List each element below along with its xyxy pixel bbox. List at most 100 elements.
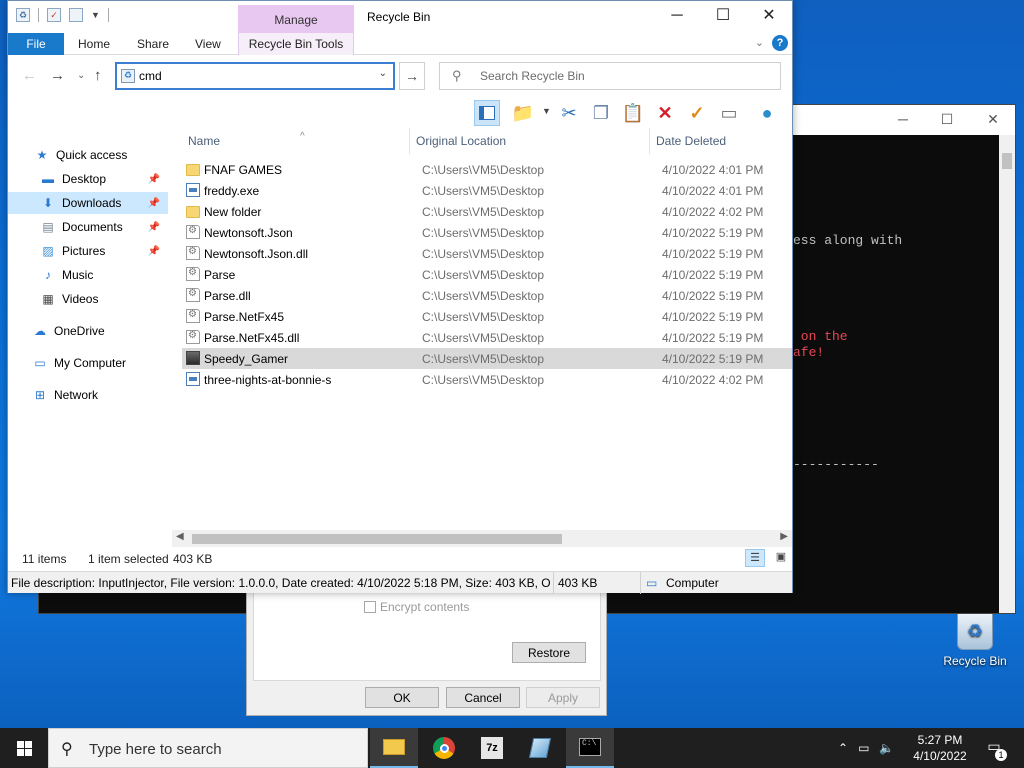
scroll-left-icon[interactable]: ◀ [176, 531, 184, 542]
cmd-taskbar-icon[interactable]: C:\ [566, 728, 614, 768]
file-row[interactable]: Parse.NetFx45 C:\Users\VM5\Desktop 4/10/20… [182, 306, 792, 327]
tab-share[interactable]: Share [127, 33, 179, 55]
app-taskbar-icon[interactable] [516, 728, 564, 768]
close-icon[interactable]: ✕ [746, 5, 792, 29]
chrome-taskbar-icon[interactable] [420, 728, 468, 768]
console-scroll-thumb[interactable] [1002, 153, 1012, 169]
address-dropdown-icon[interactable]: ⌄ [379, 68, 387, 79]
large-icons-view-icon[interactable]: ▣ [771, 549, 791, 567]
scroll-right-icon[interactable]: ▶ [780, 531, 788, 542]
desktop-recycle-bin[interactable]: ♻ Recycle Bin [940, 612, 1010, 668]
chevron-up-icon[interactable]: ⌃ [838, 741, 848, 755]
column-header-date[interactable]: Date Deleted [650, 128, 792, 154]
encrypt-checkbox[interactable]: Encrypt contents [364, 600, 469, 614]
folder-options-dropdown-icon[interactable]: ▼ [542, 106, 551, 116]
tab-view[interactable]: View [185, 33, 231, 55]
pin-icon[interactable]: 📌 [148, 222, 160, 233]
file-row[interactable]: FNAF GAMES C:\Users\VM5\Desktop 4/10/2022 … [182, 159, 792, 180]
clock[interactable]: 5:27 PM 4/10/2022 [905, 732, 975, 764]
folder-options-icon[interactable]: 📁 [510, 100, 536, 126]
file-row[interactable]: Newtonsoft.Json C:\Users\VM5\Desktop 4/10/… [182, 222, 792, 243]
file-row[interactable]: Speedy_Gamer C:\Users\VM5\Desktop 4/10/202… [182, 348, 792, 369]
nav-item-videos[interactable]: ▦ Videos [8, 288, 168, 310]
nav-item-my-computer[interactable]: ▭ My Computer [8, 352, 168, 374]
minimize-icon[interactable]: ─ [654, 5, 700, 29]
recent-dropdown-icon[interactable]: ⌄ [77, 70, 85, 81]
network-tray-icon[interactable]: ▭ [858, 741, 869, 755]
delete-icon[interactable]: ✕ [652, 100, 678, 126]
forward-icon[interactable]: → [50, 67, 65, 84]
restore-check-icon[interactable]: ✓ [684, 100, 710, 126]
manage-tab[interactable]: Manage [238, 5, 354, 33]
cancel-button[interactable]: Cancel [446, 687, 520, 708]
view-switcher: ☰ ▣ [745, 549, 791, 567]
new-folder-icon[interactable] [69, 8, 83, 22]
file-row[interactable]: New folder C:\Users\VM5\Desktop 4/10/2022 … [182, 201, 792, 222]
maximize-icon[interactable]: ☐ [700, 5, 746, 29]
pin-icon[interactable]: 📌 [148, 198, 160, 209]
console-line: ess along with [793, 233, 903, 248]
file-row[interactable]: freddy.exe C:\Users\VM5\Desktop 4/10/2022 … [182, 180, 792, 201]
search-box[interactable]: ⚲ [439, 62, 781, 90]
minimize-icon[interactable]: ─ [893, 111, 913, 127]
tab-file[interactable]: File [8, 33, 64, 55]
item-count: 11 items [22, 552, 67, 566]
pin-icon[interactable]: 📌 [148, 174, 160, 185]
ok-button[interactable]: OK [365, 687, 439, 708]
paste-icon[interactable]: 📋 [620, 100, 646, 126]
horizontal-scrollbar[interactable]: ◀ ▶ [172, 530, 792, 547]
file-row[interactable]: three-nights-at-bonnie-s C:\Users\VM5\Des… [182, 369, 792, 390]
search-input[interactable] [480, 68, 770, 84]
qat-dropdown-icon[interactable]: ▼ [91, 10, 100, 20]
cut-icon[interactable]: ✂ [556, 100, 582, 126]
nav-item-network[interactable]: ⊞ Network [8, 384, 168, 406]
maximize-icon[interactable]: ☐ [937, 111, 957, 128]
file-date: 4/10/2022 5:19 PM [662, 226, 764, 240]
checkbox-box[interactable] [364, 601, 376, 613]
7zip-taskbar-icon[interactable]: 7z [468, 728, 516, 768]
nav-item-onedrive[interactable]: ☁ OneDrive [8, 320, 168, 342]
notification-icon[interactable]: ▭ 1 [984, 738, 1007, 761]
help-icon[interactable]: ? [772, 35, 788, 51]
file-location: C:\Users\VM5\Desktop [422, 184, 545, 198]
tab-recycle-bin-tools[interactable]: Recycle Bin Tools [238, 33, 354, 55]
file-name: Parse.NetFx45.dll [204, 331, 300, 345]
back-icon[interactable]: ← [22, 67, 37, 84]
address-bar[interactable]: ♻ ⌄ [115, 62, 395, 90]
console-scrollbar[interactable] [999, 135, 1015, 613]
nav-item-documents[interactable]: ▤ Documents 📌 [8, 216, 168, 238]
column-header-location[interactable]: Original Location [410, 128, 650, 154]
file-explorer-taskbar-icon[interactable] [370, 728, 418, 768]
restore-button[interactable]: Restore [512, 642, 586, 663]
nav-item-downloads[interactable]: ⬇ Downloads 📌 [8, 192, 168, 214]
nav-item-desktop[interactable]: ▬ Desktop 📌 [8, 168, 168, 190]
properties-icon[interactable]: ✓ [47, 8, 61, 22]
nav-item-music[interactable]: ♪ Music [8, 264, 168, 286]
address-input[interactable] [139, 67, 369, 85]
close-icon[interactable]: ✕ [983, 111, 1003, 128]
volume-icon[interactable]: 🔈 [879, 741, 894, 755]
nav-item-quick-access[interactable]: ★ Quick access [8, 144, 168, 166]
go-icon[interactable]: → [399, 62, 425, 90]
file-row[interactable]: Parse.NetFx45.dll C:\Users\VM5\Desktop 4/1… [182, 327, 792, 348]
pin-icon[interactable]: 📌 [148, 246, 160, 257]
horizontal-scroll-thumb[interactable] [192, 534, 562, 544]
details-view-icon[interactable]: ☰ [745, 549, 765, 567]
start-button[interactable] [0, 728, 48, 768]
nav-item-pictures[interactable]: ▨ Pictures 📌 [8, 240, 168, 262]
navigation-pane-icon[interactable] [474, 100, 500, 126]
ribbon-expand-icon[interactable]: ⌄ [755, 36, 764, 49]
titlebar[interactable]: ♻ ✓ ▼ Manage Recycle Bin ─ ☐ ✕ [8, 1, 792, 33]
rename-icon[interactable]: ▭ [716, 100, 742, 126]
taskbar-search[interactable]: ⚲ Type here to search [48, 728, 368, 768]
file-row[interactable]: Parse.dll C:\Users\VM5\Desktop 4/10/2022 5… [182, 285, 792, 306]
file-row[interactable]: Parse C:\Users\VM5\Desktop 4/10/2022 5:19 … [182, 264, 792, 285]
copy-icon[interactable]: ❐ [588, 100, 614, 126]
column-header-name[interactable]: Name ^ [182, 128, 410, 154]
tab-home[interactable]: Home [68, 33, 120, 55]
explorer-window[interactable]: ♻ ✓ ▼ Manage Recycle Bin ─ ☐ ✕ File Home… [7, 0, 793, 594]
up-icon[interactable]: ↑ [94, 67, 102, 84]
globe-icon[interactable]: ● [754, 100, 780, 126]
properties-dialog[interactable]: Encrypt contents Restore OK Cancel Apply [246, 590, 607, 716]
file-row[interactable]: Newtonsoft.Json.dll C:\Users\VM5\Desktop 4… [182, 243, 792, 264]
